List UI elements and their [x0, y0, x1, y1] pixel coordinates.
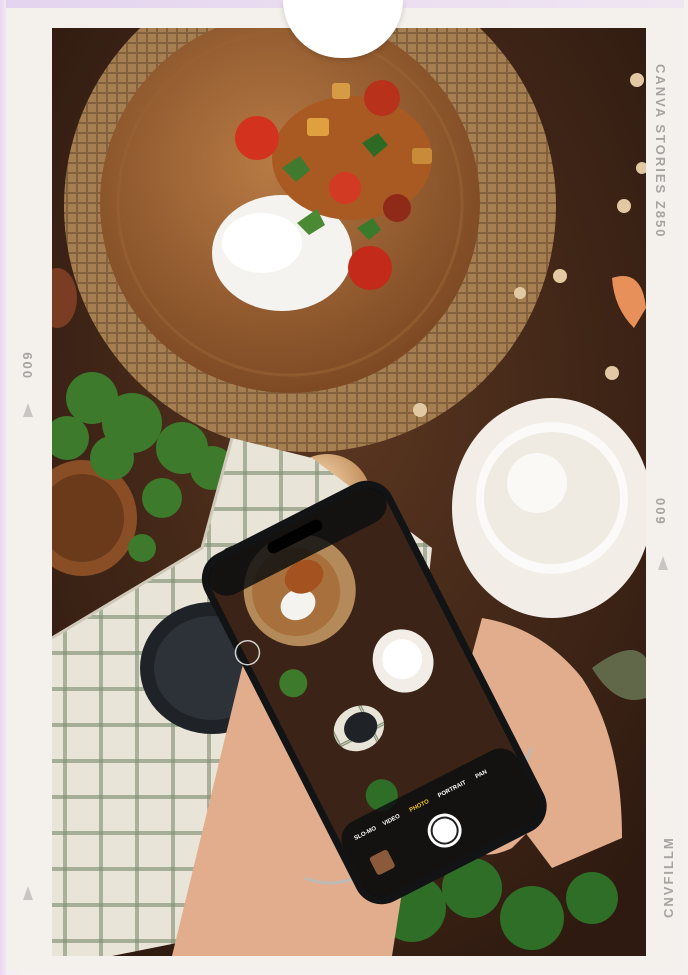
film-arrow-left-bottom: [23, 886, 33, 900]
frame-label-right-mid: 009: [653, 498, 668, 526]
food-photo-illustration: SLO-MO VIDEO PHOTO PORTRAIT PAN: [52, 28, 646, 956]
frame-label-right-top: CANVA STORIES Z850: [653, 64, 668, 239]
food-photo: SLO-MO VIDEO PHOTO PORTRAIT PAN: [52, 28, 646, 956]
film-arrow-left-top: [23, 403, 33, 417]
film-frame: SLO-MO VIDEO PHOTO PORTRAIT PAN CANVA ST…: [6, 0, 684, 970]
frame-label-left-top: 009: [20, 350, 35, 378]
frame-label-left-bottom: CNVFILLM: [661, 836, 676, 918]
film-arrow-right-mid: [658, 556, 668, 570]
